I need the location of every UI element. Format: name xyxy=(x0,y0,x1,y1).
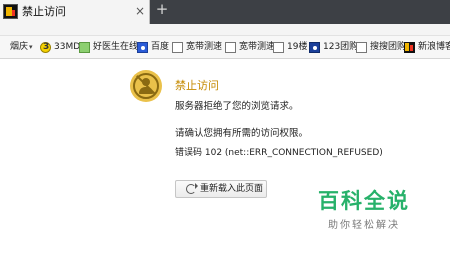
error-title: 禁止访问 xyxy=(175,79,219,92)
watermark: 百科全说 助你轻松解决 xyxy=(312,186,416,246)
page-icon xyxy=(225,42,236,53)
access-denied-icon xyxy=(130,70,162,102)
site-favicon-icon xyxy=(3,4,18,19)
bookmarks-bar: 烟庆 ▾ 33MD 好医生在线 百度 宽带测速 宽带测速 19楼 123团购 搜… xyxy=(0,36,450,59)
33md-icon xyxy=(40,40,51,55)
page-icon xyxy=(172,42,183,53)
reload-button[interactable]: 重新载入此页面 xyxy=(175,180,267,198)
doctor-icon xyxy=(79,42,90,53)
reload-icon xyxy=(186,183,198,194)
chevron-down-icon: ▾ xyxy=(29,43,33,51)
tuan-icon xyxy=(309,42,320,53)
page-icon xyxy=(356,42,367,53)
toolbar xyxy=(0,24,450,36)
new-tab-button[interactable]: + xyxy=(154,1,170,17)
sina-icon xyxy=(404,42,415,53)
error-hint: 请确认您拥有所需的访问权限。 xyxy=(175,128,309,139)
tab-strip: 禁止访问 × + xyxy=(0,0,450,24)
baidu-icon xyxy=(137,42,148,53)
city-label: 烟庆 xyxy=(10,42,29,52)
close-icon[interactable]: × xyxy=(134,4,146,18)
error-code: 错误码 102 (net::ERR_CONNECTION_REFUSED) xyxy=(175,148,383,158)
page-icon xyxy=(273,42,284,53)
tab-title: 禁止访问 xyxy=(22,5,66,18)
reload-label: 重新载入此页面 xyxy=(200,184,264,194)
watermark-title: 百科全说 xyxy=(318,189,410,213)
watermark-subtitle: 助你轻松解决 xyxy=(328,220,400,231)
error-description: 服务器拒绝了您的浏览请求。 xyxy=(175,101,299,112)
tab-active[interactable]: 禁止访问 × xyxy=(0,0,150,24)
